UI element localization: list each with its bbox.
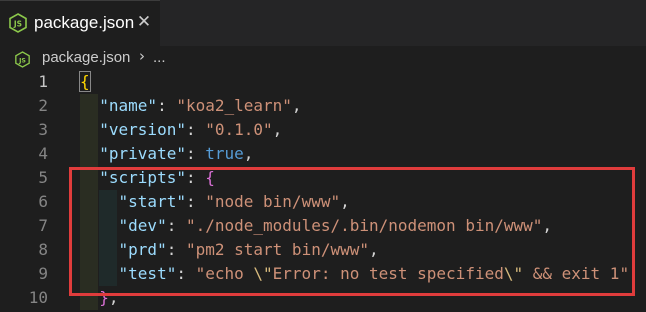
line-number: 9 [38,264,48,283]
code-token: "test" [118,264,177,283]
code-text: { [79,70,91,94]
code-token: : [185,144,206,163]
nodejs-file-icon: JS [15,51,30,68]
code-text: "version": "0.1.0", [80,118,282,142]
breadcrumb-file[interactable]: package.json [42,49,130,66]
line-number: 4 [38,144,48,163]
code-token: "dev" [118,216,167,235]
code-token: "pm2 start bin/www" [185,240,369,259]
code-line[interactable]: 7 "dev": "./node_modules/.bin/nodemon bi… [0,214,646,238]
code-line[interactable]: 3 "version": "0.1.0", [0,118,646,142]
line-number: 10 [28,288,48,307]
svg-text:JS: JS [13,20,22,29]
line-number: 3 [38,120,48,139]
line-number: 7 [38,216,48,235]
code-line[interactable]: 4 "private": true, [0,142,646,166]
code-line[interactable]: 8 "prd": "pm2 start bin/www", [0,238,646,262]
close-icon[interactable]: ✕ [136,12,152,32]
code-token: "echo [195,264,254,283]
code-token: { [205,168,215,187]
code-token: , [272,120,283,139]
code-token: : [185,168,206,187]
code-token: \" [503,264,524,283]
code-text: "start": "node bin/www", [80,190,350,214]
code-token: : [166,240,186,259]
tab-title: package.json [34,13,135,32]
code-token: , [340,192,350,211]
code-token: "start" [118,192,186,211]
code-text: "private": true, [80,142,253,166]
code-token: "./node_modules/.bin/nodemon bin/www" [185,216,543,235]
code-token: { [79,71,91,92]
breadcrumb-symbols[interactable]: ... [153,49,166,66]
code-text: "scripts": { [80,166,215,190]
code-text: "name": "koa2_learn", [80,94,302,118]
tab-package-json[interactable]: JS package.json ✕ [0,0,160,46]
code-token: : [166,216,186,235]
code-token: "node bin/www" [205,192,341,211]
chevron-right-icon: › [139,47,145,65]
code-token: , [369,240,379,259]
line-number: 2 [38,96,48,115]
line-number: 8 [38,240,48,259]
code-text: "prd": "pm2 start bin/www", [80,238,379,262]
code-token: : [185,120,206,139]
code-token: "scripts" [99,168,186,187]
code-token: "0.1.0" [205,120,273,139]
code-token: "name" [99,96,158,115]
code-token: } [99,288,109,307]
code-token: && exit 1" [523,264,630,283]
code-token: , [108,288,119,307]
code-token: , [291,96,302,115]
code-token: "koa2_learn" [176,96,292,115]
code-token: , [243,144,254,163]
editor-tab-bar: JS package.json ✕ [0,0,646,46]
nodejs-file-icon: JS [9,13,27,33]
code-token: : [185,192,206,211]
line-number: 6 [38,192,48,211]
code-line[interactable]: 5 "scripts": { [0,166,646,190]
code-token: \" [253,264,273,283]
code-line[interactable]: 9 "test": "echo \"Error: no test specifi… [0,262,646,286]
code-token: true [205,144,244,163]
code-line[interactable]: 6 "start": "node bin/www", [0,190,646,214]
code-text: }, [80,286,119,310]
code-token: Error: no test specified [272,264,504,283]
code-token: "private" [99,144,186,163]
code-line[interactable]: 10 }, [0,286,646,310]
code-token: "version" [99,120,186,139]
line-number: 1 [38,72,48,91]
line-number: 5 [38,168,48,187]
code-token: "prd" [118,240,167,259]
code-editor[interactable]: 1{2 "name": "koa2_learn", 3 "version": "0… [0,70,646,312]
code-line[interactable]: 2 "name": "koa2_learn", [0,94,646,118]
code-token: : [157,96,177,115]
code-text: "dev": "./node_modules/.bin/nodemon bin/… [80,214,553,238]
code-token: , [542,216,553,235]
code-text: "test": "echo \"Error: no test specified… [80,262,630,286]
code-line[interactable]: 1{ [0,70,646,94]
breadcrumb: JS package.json › ... [0,46,646,70]
code-token: : [176,264,196,283]
svg-text:JS: JS [18,57,26,64]
